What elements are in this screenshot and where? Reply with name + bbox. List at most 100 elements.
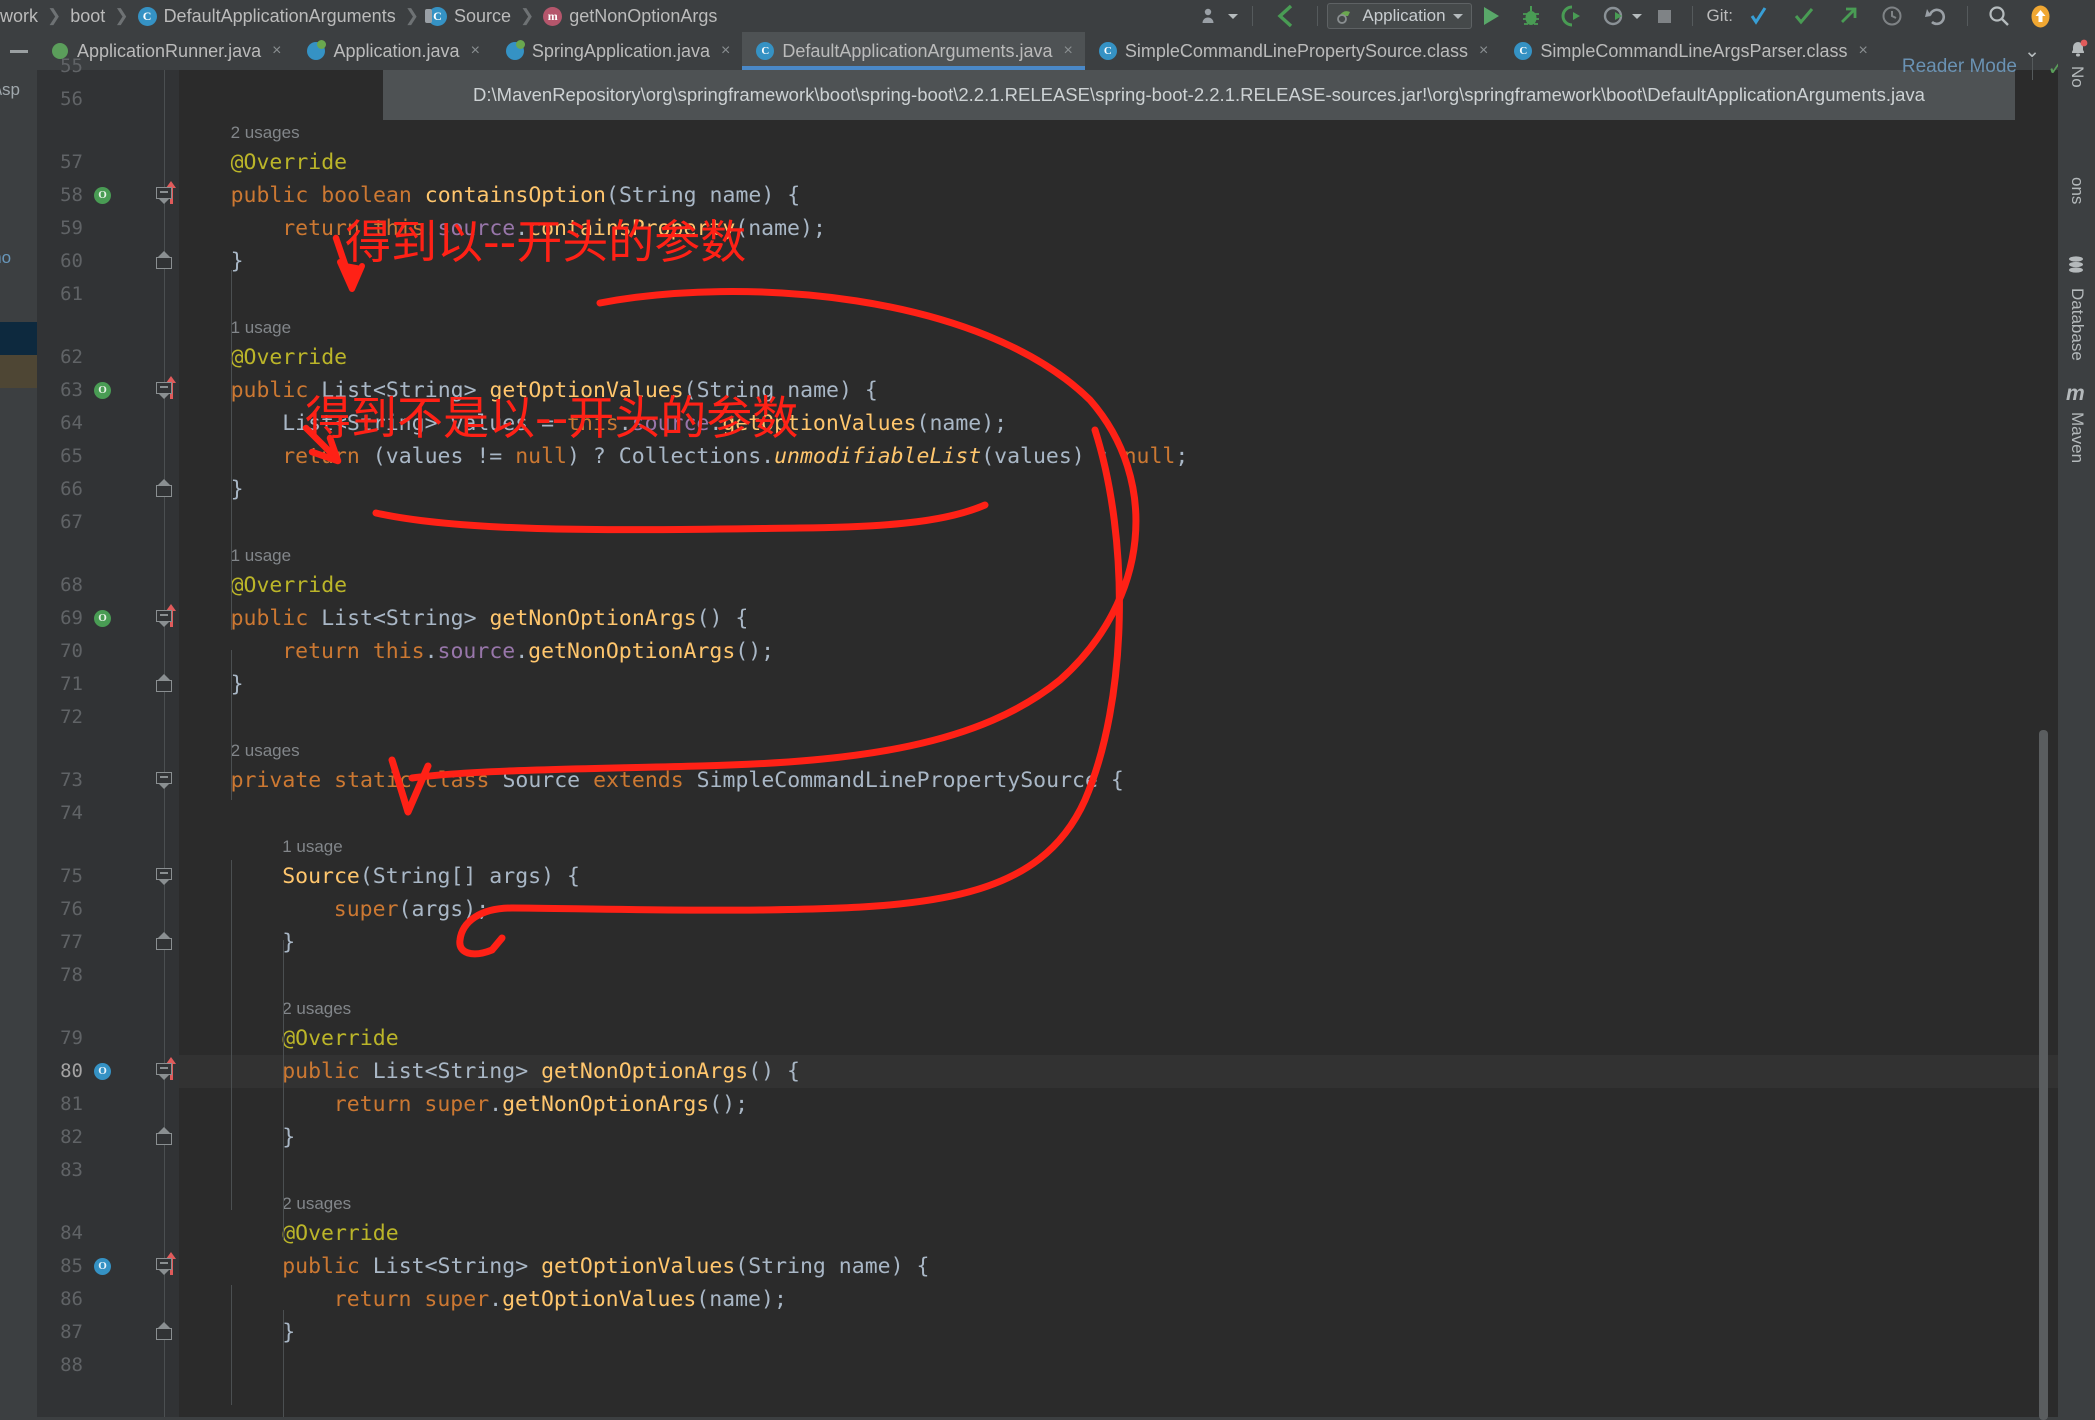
breadcrumb-label: getNonOptionArgs	[569, 5, 718, 26]
database-icon	[2066, 255, 2086, 281]
indent-guide	[283, 1120, 284, 1240]
code-line[interactable]: }	[282, 1316, 295, 1349]
close-icon[interactable]: ×	[721, 42, 730, 60]
close-icon[interactable]: ×	[1479, 42, 1488, 60]
editor-tab-defaultapplicationarguments[interactable]: C DefaultApplicationArguments.java ×	[742, 32, 1085, 70]
run-button[interactable]	[1472, 0, 1511, 32]
editor-tab-springapplication[interactable]: SpringApplication.java ×	[491, 32, 743, 70]
code-usage-hint[interactable]: 1 usage	[231, 541, 292, 571]
gutter-line-number: 63	[60, 379, 83, 401]
code-fold-toggle[interactable]	[156, 479, 173, 502]
breadcrumb-item-method[interactable]: m getNonOptionArgs	[543, 6, 717, 27]
gutter-line-number: 80	[60, 1060, 83, 1082]
code-usage-hint[interactable]: 2 usages	[231, 118, 300, 148]
git-commit-button[interactable]	[1782, 0, 1826, 32]
code-line[interactable]: }	[282, 926, 295, 959]
gutter-line-number: 55	[60, 55, 83, 77]
code-fold-toggle[interactable]	[156, 932, 173, 955]
code-content[interactable]: 2 usages @Override public boolean contains…	[179, 70, 2095, 1417]
left-panel-selected-row[interactable]	[0, 322, 37, 355]
code-line[interactable]: @Override	[231, 341, 348, 374]
code-line[interactable]: @Override	[231, 146, 348, 179]
code-fold-toggle[interactable]	[156, 1322, 173, 1345]
code-line[interactable]: }	[231, 245, 244, 278]
close-icon[interactable]: ×	[272, 42, 281, 60]
code-fold-toggle[interactable]	[156, 868, 173, 885]
run-configuration-selector[interactable]: Application	[1327, 3, 1472, 29]
code-line[interactable]: return super.getNonOptionArgs();	[334, 1088, 748, 1121]
code-line[interactable]: @Override	[282, 1217, 399, 1250]
spring-class-icon	[505, 40, 525, 60]
override-gutter-icon[interactable]: O	[94, 181, 176, 206]
git-history-button[interactable]	[1870, 0, 1914, 32]
breadcrumb-item-class[interactable]: C DefaultApplicationArguments ❯	[137, 6, 428, 27]
fold-tip-icon	[158, 251, 170, 257]
left-panel-item-b[interactable]: emo	[0, 248, 11, 268]
search-everywhere-button[interactable]	[1977, 0, 2021, 32]
close-icon[interactable]: ×	[1064, 42, 1073, 60]
override-gutter-icon[interactable]: O	[94, 1252, 176, 1277]
code-fold-toggle[interactable]	[156, 610, 173, 627]
reader-mode-label[interactable]: Reader Mode	[1902, 56, 2017, 78]
code-line[interactable]: private static class Source extends Simp…	[231, 764, 1124, 797]
user-avatar-icon[interactable]	[1196, 0, 1243, 32]
git-push-button[interactable]	[1826, 0, 1870, 32]
editor-gutter[interactable]: 55 56 57 58 O 59 60 61 62 63 O 64 65 66 67 68 69 O 70 71 72 7…	[37, 55, 179, 1417]
code-line[interactable]: @Override	[231, 569, 348, 602]
code-line[interactable]: @Override	[282, 1022, 399, 1055]
code-line[interactable]: public List<String> getOptionValues(Stri…	[282, 1250, 929, 1283]
vertical-scrollbar[interactable]	[2039, 730, 2048, 1420]
stop-button[interactable]	[1646, 0, 1683, 32]
code-usage-hint[interactable]: 1 usage	[231, 313, 292, 343]
close-icon[interactable]: ×	[471, 42, 480, 60]
breadcrumb-item-source[interactable]: C Source ❯	[424, 6, 543, 27]
breadcrumb-item-boot[interactable]: boot ❯	[70, 6, 137, 27]
code-line[interactable]: public List<String> getNonOptionArgs() {	[231, 602, 749, 635]
code-fold-toggle[interactable]	[156, 772, 173, 789]
code-fold-toggle[interactable]	[156, 382, 173, 399]
code-fold-toggle[interactable]	[156, 674, 173, 697]
right-bar-item-maven[interactable]: Maven	[2067, 412, 2087, 463]
left-panel-highlight-row[interactable]	[0, 355, 37, 388]
code-line[interactable]: Source(String[] args) {	[282, 860, 580, 893]
editor-tab-application[interactable]: Application.java ×	[293, 32, 492, 70]
code-line[interactable]: super(args);	[334, 893, 489, 926]
close-icon[interactable]: ×	[1859, 42, 1868, 60]
code-line[interactable]: }	[231, 473, 244, 506]
code-fold-toggle[interactable]	[156, 1258, 173, 1275]
git-rollback-button[interactable]	[1914, 0, 1958, 32]
right-bar-item-notifications[interactable]: No	[2067, 66, 2087, 88]
override-gutter-icon[interactable]: O	[94, 1057, 176, 1082]
override-gutter-icon[interactable]: O	[94, 604, 176, 629]
git-update-button[interactable]	[1738, 0, 1782, 32]
code-line[interactable]: public List<String> getNonOptionArgs() {	[282, 1055, 800, 1088]
code-fold-toggle[interactable]	[156, 1127, 173, 1150]
breadcrumb-item-work[interactable]: work ❯	[0, 6, 70, 27]
code-line[interactable]: }	[231, 668, 244, 701]
code-line[interactable]: }	[282, 1121, 295, 1154]
code-fold-toggle[interactable]	[156, 187, 173, 204]
code-fold-toggle[interactable]	[156, 1063, 173, 1080]
right-tool-strip: No ons Database m Maven	[2058, 0, 2095, 1417]
code-fold-toggle[interactable]	[156, 251, 173, 274]
indent-guide	[231, 650, 232, 800]
notification-bell-icon[interactable]	[2067, 38, 2089, 60]
code-line[interactable]: return this.source.getNonOptionArgs();	[282, 635, 774, 668]
update-available-icon[interactable]	[2021, 0, 2060, 32]
code-usage-hint[interactable]: 2 usages	[282, 1189, 351, 1219]
back-arrow-icon[interactable]	[1262, 0, 1308, 32]
override-gutter-icon[interactable]: O	[94, 376, 176, 401]
right-bar-item-database[interactable]: Database	[2067, 288, 2087, 361]
maven-m-icon: m	[2066, 382, 2085, 405]
run-with-coverage-button[interactable]	[1551, 0, 1593, 32]
code-usage-hint[interactable]: 1 usage	[282, 832, 343, 862]
right-bar-item-ons[interactable]: ons	[2067, 177, 2087, 204]
code-usage-hint[interactable]: 2 usages	[231, 736, 300, 766]
code-usage-hint[interactable]: 2 usages	[282, 994, 351, 1024]
editor-tab-simplecommandlineargsparser[interactable]: C SimpleCommandLineArgsParser.class ×	[1500, 32, 1880, 70]
debug-button[interactable]	[1511, 0, 1551, 32]
code-line[interactable]: return super.getOptionValues(name);	[334, 1283, 787, 1316]
minimize-icon[interactable]	[0, 32, 38, 70]
editor-tab-simplecommandlinepropertysource[interactable]: C SimpleCommandLinePropertySource.class …	[1084, 32, 1501, 70]
profiler-button[interactable]	[1593, 0, 1646, 32]
